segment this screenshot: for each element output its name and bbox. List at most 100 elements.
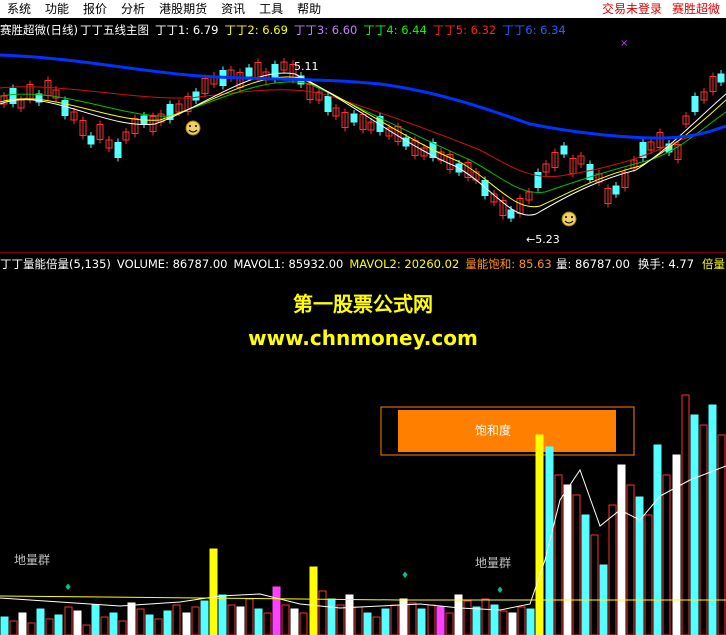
volume-chart[interactable]: 饱和度 地量群 地量群 ♦ ♦ ♦ <box>0 390 726 635</box>
volume-bar <box>82 624 91 635</box>
volume-bar <box>100 616 109 635</box>
volume-bar <box>136 608 145 635</box>
volume-bar <box>499 610 508 635</box>
legend-line-6: 丁丁6: 6.34 <box>502 23 566 37</box>
volume-bar <box>472 606 481 635</box>
indicator-name: 丁丁五线主图 <box>79 23 149 37</box>
menu-item-quote[interactable]: 报价 <box>76 0 114 18</box>
volume-bar <box>644 514 653 635</box>
price-panel-title: 赛胜超微(日线) <box>0 23 78 37</box>
volume-bar <box>209 548 218 635</box>
saturation-value: 量能饱和: 85.63 <box>465 257 552 271</box>
candle-body <box>245 67 253 77</box>
volume-bar <box>454 594 463 635</box>
candle-body <box>324 96 332 112</box>
volume-bar <box>245 598 254 635</box>
watermark-title: 第一股票公式网 <box>293 292 433 316</box>
menu-item-hk-futures[interactable]: 港股期货 <box>152 0 214 18</box>
volume-bar <box>672 454 681 635</box>
volume-bar <box>626 484 635 635</box>
ground-volume-label-right: 地量群 <box>475 556 511 570</box>
price-legend: 赛胜超微(日线) 丁丁五线主图 丁丁1: 6.79 丁丁2: 6.69 丁丁3:… <box>0 22 572 38</box>
volume-bar <box>699 424 708 635</box>
volume-bar <box>200 600 209 635</box>
candle-body <box>717 73 725 83</box>
volume-bar <box>662 474 671 635</box>
volume-bar <box>345 594 354 635</box>
menu-item-analysis[interactable]: 分析 <box>114 0 152 18</box>
volume-bar <box>299 612 308 635</box>
legend-line-2: 丁丁2: 6.69 <box>224 23 288 37</box>
menu-bar: 系统 功能 报价 分析 港股期货 资讯 工具 帮助 交易未登录 赛胜超微 <box>0 0 726 18</box>
volume-bar <box>517 606 526 635</box>
volume-bar <box>54 614 63 635</box>
volume-bar <box>481 598 490 635</box>
volume-bar <box>9 620 18 635</box>
volume-bar <box>717 434 726 635</box>
volume-bar <box>526 608 535 635</box>
volume-bar <box>390 604 399 635</box>
volume-bar <box>535 434 544 635</box>
volume-bar <box>445 612 454 635</box>
volume-bar <box>290 608 299 635</box>
volume-bar <box>64 606 73 635</box>
price-chart[interactable]: 5.11 ←5.23 × <box>0 38 726 250</box>
menu-item-function[interactable]: 功能 <box>38 0 76 18</box>
mavol1-value: MAVOL1: 85932.00 <box>233 257 344 271</box>
volume-bar <box>653 444 662 635</box>
volume-bar <box>327 598 336 635</box>
volume-bar <box>236 606 245 635</box>
volume-bar <box>372 616 381 635</box>
candle-body <box>350 113 358 123</box>
volume-bar <box>617 464 626 635</box>
volume-bar <box>154 618 163 635</box>
volume-bar <box>163 610 172 635</box>
volume-bar <box>118 620 127 635</box>
volume-bar <box>318 590 327 635</box>
marker-icon: ♦ <box>496 586 504 596</box>
menu-item-system[interactable]: 系统 <box>0 0 38 18</box>
panel-divider <box>0 252 726 253</box>
volume-bar <box>36 608 45 635</box>
volume-bar <box>363 612 372 635</box>
menu-item-tools[interactable]: 工具 <box>252 0 290 18</box>
volume-bar <box>417 608 426 635</box>
volume-bar <box>218 594 227 635</box>
volume-bar <box>109 612 118 635</box>
volume-bar <box>354 606 363 635</box>
marker-icon: ♦ <box>401 571 409 581</box>
volume-bar <box>408 602 417 635</box>
volume-bar <box>608 504 617 635</box>
volume-bar <box>145 614 154 635</box>
login-status[interactable]: 交易未登录 <box>602 0 662 18</box>
candle-body <box>61 100 69 116</box>
volume-bar <box>508 612 517 635</box>
app-name: 赛胜超微 <box>671 2 720 16</box>
volume-bar <box>191 606 200 635</box>
mavol-line-yellow <box>0 595 726 601</box>
volume-bar <box>91 604 100 635</box>
multiple-value: 倍量: <box>702 257 726 271</box>
menu-item-help[interactable]: 帮助 <box>290 0 328 18</box>
watermark-url: www.chnmoney.com <box>248 326 478 350</box>
volume-bar <box>581 514 590 635</box>
mavol-line-white <box>0 465 726 611</box>
menu-item-news[interactable]: 资讯 <box>214 0 252 18</box>
candle-body <box>192 91 200 101</box>
volume-bar <box>254 608 263 635</box>
smiley-icon <box>561 211 577 227</box>
volume-bar <box>18 612 27 635</box>
smiley-icon <box>185 120 201 136</box>
candle-body <box>612 185 620 195</box>
volume-value: VOLUME: 86787.00 <box>116 257 228 271</box>
candle-body <box>534 172 542 188</box>
marker-icon: ♦ <box>64 583 72 593</box>
volume-legend-right: 量: 86787.00 换手: 4.77 倍量: <box>556 256 726 272</box>
volume-bar <box>427 604 436 635</box>
volume-bar <box>0 616 9 635</box>
legend-line-5: 丁丁5: 6.32 <box>432 23 497 37</box>
volume-panel-title: 丁丁量能倍量(5,135) <box>0 257 111 271</box>
turnover-value: 换手: 4.77 <box>637 257 695 271</box>
volume-bar <box>690 414 699 635</box>
volume-bar <box>182 612 191 635</box>
